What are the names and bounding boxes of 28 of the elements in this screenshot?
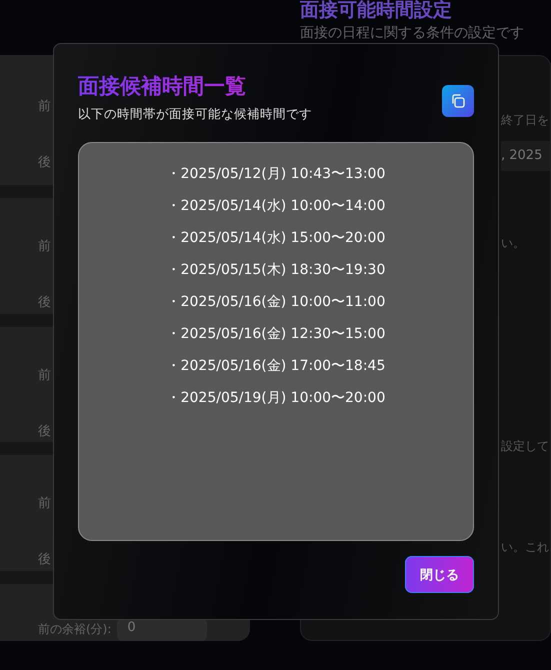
time-slot: ・2025/05/14(水) 10:00〜14:00 [166, 197, 386, 216]
copy-button[interactable] [442, 85, 474, 117]
field-label: 後 [38, 294, 51, 312]
dialog-subtitle: 以下の時間帯が面接可能な候補時間です [78, 106, 312, 123]
field-label: 後 [38, 422, 51, 441]
help-text: い。これ [501, 539, 550, 556]
time-slot: ・2025/05/19(月) 10:00〜20:00 [166, 389, 386, 408]
time-slot: ・2025/05/15(木) 18:30〜19:30 [166, 261, 386, 280]
field-label: 後 [38, 551, 51, 570]
time-slot: ・2025/05/16(金) 17:00〜18:45 [166, 357, 386, 376]
page-subtitle: 面接の日程に関する条件の設定です [300, 24, 525, 42]
time-slot: ・2025/05/16(金) 12:30〜15:00 [166, 325, 386, 344]
date-field[interactable]: , 2025 [501, 141, 550, 171]
field-label: 前 [38, 98, 51, 116]
close-button[interactable]: 閉じる [405, 556, 474, 593]
time-slot: ・2025/05/12(月) 10:43〜13:00 [166, 165, 386, 184]
help-text: 終了日を [501, 112, 550, 129]
time-slot: ・2025/05/14(水) 15:00〜20:00 [166, 229, 386, 248]
copy-icon [450, 93, 466, 109]
input-field[interactable]: 0 [117, 618, 208, 641]
field-label: 前 [38, 495, 51, 514]
help-text: い。 [501, 235, 526, 252]
field-label: 前 [38, 238, 51, 256]
help-text: 設定して [501, 438, 550, 455]
field-label: 前 [38, 366, 51, 385]
field-label: 後 [38, 154, 51, 172]
field-label: 前の余裕(分): [38, 621, 112, 638]
time-slot: ・2025/05/16(金) 10:00〜11:00 [166, 293, 386, 312]
